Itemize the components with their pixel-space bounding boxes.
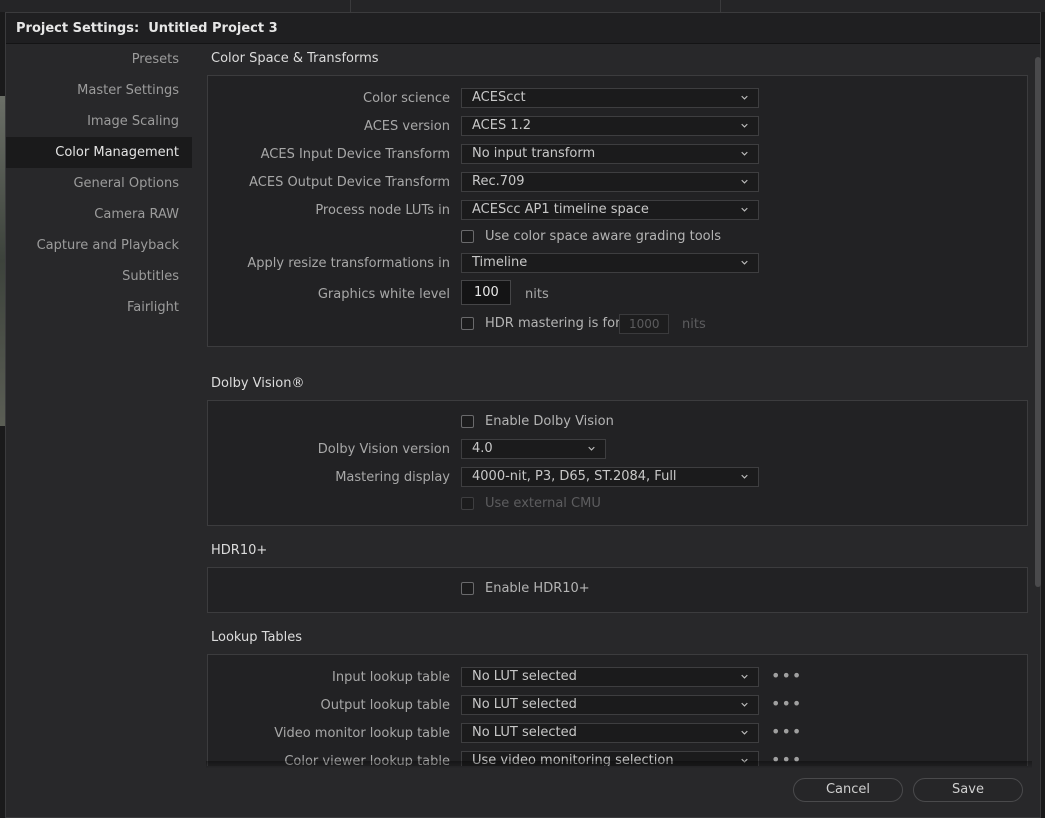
resize-transform-value: Timeline (472, 255, 528, 270)
mastering-display-value: 4000-nit, P3, D65, ST.2084, Full (472, 469, 677, 484)
more-horizontal-icon[interactable]: ••• (771, 666, 802, 685)
color-aware-tools-label: Use color space aware grading tools (485, 229, 722, 244)
dialog-title: Project Settings: Untitled Project 3 (16, 20, 278, 36)
aces-odt-dropdown[interactable]: Rec.709 (461, 172, 759, 192)
more-horizontal-icon[interactable]: ••• (771, 694, 802, 713)
enable-dolby-label: Enable Dolby Vision (485, 414, 614, 429)
dolby-version-label: Dolby Vision version (317, 442, 450, 457)
white-level-label: Graphics white level (317, 287, 450, 302)
section-title-lookup-tables: Lookup Tables (211, 630, 303, 645)
footer-divider (206, 761, 1032, 769)
chevron-down-icon (588, 446, 595, 451)
output-lut-dropdown[interactable]: No LUT selected (461, 695, 759, 715)
hdr-mastering-checkbox[interactable] (461, 317, 474, 330)
sidebar-item-presets[interactable]: Presets (6, 44, 192, 75)
chevron-down-icon (741, 730, 748, 735)
video-monitor-lut-label: Video monitor lookup table (274, 726, 450, 741)
input-lut-label: Input lookup table (332, 670, 450, 685)
chevron-down-icon (741, 179, 748, 184)
color-aware-tools-checkbox[interactable] (461, 230, 474, 243)
settings-content: Color Space & Transforms Color science A… (206, 44, 1030, 766)
project-settings-dialog: Project Settings: Untitled Project 3 Pre… (5, 12, 1041, 818)
enable-dolby-checkbox[interactable] (461, 415, 474, 428)
aces-odt-label: ACES Output Device Transform (249, 175, 450, 190)
input-lut-value: No LUT selected (472, 669, 577, 684)
video-monitor-lut-value: No LUT selected (472, 725, 577, 740)
chevron-down-icon (741, 207, 748, 212)
sidebar-item-capture-playback[interactable]: Capture and Playback (6, 230, 192, 261)
aces-version-label: ACES version (364, 119, 450, 134)
external-cmu-label: Use external CMU (485, 496, 601, 511)
chevron-down-icon (741, 474, 748, 479)
color-space-panel: Color science ACEScct ACES version ACES … (207, 75, 1028, 347)
sidebar-item-general-options[interactable]: General Options (6, 168, 192, 199)
color-science-dropdown[interactable]: ACEScct (461, 88, 759, 108)
sidebar-item-camera-raw[interactable]: Camera RAW (6, 199, 192, 230)
aces-idt-dropdown[interactable]: No input transform (461, 144, 759, 164)
process-luts-label: Process node LUTs in (315, 203, 450, 218)
sidebar-item-subtitles[interactable]: Subtitles (6, 261, 192, 292)
aces-odt-value: Rec.709 (472, 174, 525, 189)
sidebar-item-fairlight[interactable]: Fairlight (6, 292, 192, 323)
white-level-unit: nits (525, 287, 549, 302)
chevron-down-icon (741, 95, 748, 100)
hdr-mastering-unit: nits (682, 317, 706, 332)
section-title-color-space: Color Space & Transforms (211, 51, 379, 66)
chevron-down-icon (741, 123, 748, 128)
dolby-version-value: 4.0 (472, 441, 493, 456)
external-cmu-checkbox (461, 497, 474, 510)
sidebar-item-master-settings[interactable]: Master Settings (6, 75, 192, 106)
input-lut-dropdown[interactable]: No LUT selected (461, 667, 759, 687)
background-app-strip (0, 0, 1045, 12)
chevron-down-icon (741, 151, 748, 156)
aces-version-dropdown[interactable]: ACES 1.2 (461, 116, 759, 136)
sidebar-item-color-management[interactable]: Color Management (6, 137, 192, 168)
output-lut-value: No LUT selected (472, 697, 577, 712)
section-title-hdr10: HDR10+ (211, 543, 268, 558)
process-luts-dropdown[interactable]: ACEScc AP1 timeline space (461, 200, 759, 220)
chevron-down-icon (741, 260, 748, 265)
video-monitor-lut-dropdown[interactable]: No LUT selected (461, 723, 759, 743)
more-horizontal-icon[interactable]: ••• (771, 722, 802, 741)
chevron-down-icon (741, 674, 748, 679)
hdr-mastering-input[interactable]: 1000 (619, 314, 669, 334)
aces-idt-label: ACES Input Device Transform (260, 147, 450, 162)
background-app-right (1041, 12, 1045, 818)
enable-hdr10-label: Enable HDR10+ (485, 581, 590, 596)
resize-transform-label: Apply resize transformations in (247, 256, 450, 271)
hdr-mastering-label: HDR mastering is for (485, 316, 621, 331)
process-luts-value: ACEScc AP1 timeline space (472, 202, 649, 217)
output-lut-label: Output lookup table (320, 698, 451, 713)
sidebar-item-image-scaling[interactable]: Image Scaling (6, 106, 192, 137)
lookup-tables-panel: Input lookup table No LUT selected ••• O… (207, 654, 1028, 766)
enable-hdr10-checkbox[interactable] (461, 582, 474, 595)
save-button[interactable]: Save (913, 778, 1023, 802)
hdr10-panel: Enable HDR10+ (207, 567, 1028, 613)
white-level-input[interactable]: 100 (461, 280, 511, 305)
dolby-version-dropdown[interactable]: 4.0 (461, 439, 606, 459)
dolby-vision-panel: Enable Dolby Vision Dolby Vision version… (207, 400, 1028, 526)
color-science-label: Color science (363, 91, 450, 106)
mastering-display-label: Mastering display (335, 470, 450, 485)
settings-sidebar: Presets Master Settings Image Scaling Co… (6, 44, 192, 323)
color-science-value: ACEScct (472, 90, 526, 105)
aces-idt-value: No input transform (472, 146, 596, 161)
resize-transform-dropdown[interactable]: Timeline (461, 253, 759, 273)
aces-version-value: ACES 1.2 (472, 118, 532, 133)
cancel-button[interactable]: Cancel (793, 778, 903, 802)
dialog-titlebar: Project Settings: Untitled Project 3 (6, 13, 1040, 44)
content-scrollbar[interactable] (1035, 57, 1041, 587)
section-title-dolby-vision: Dolby Vision® (211, 376, 305, 391)
mastering-display-dropdown[interactable]: 4000-nit, P3, D65, ST.2084, Full (461, 467, 759, 487)
chevron-down-icon (741, 702, 748, 707)
